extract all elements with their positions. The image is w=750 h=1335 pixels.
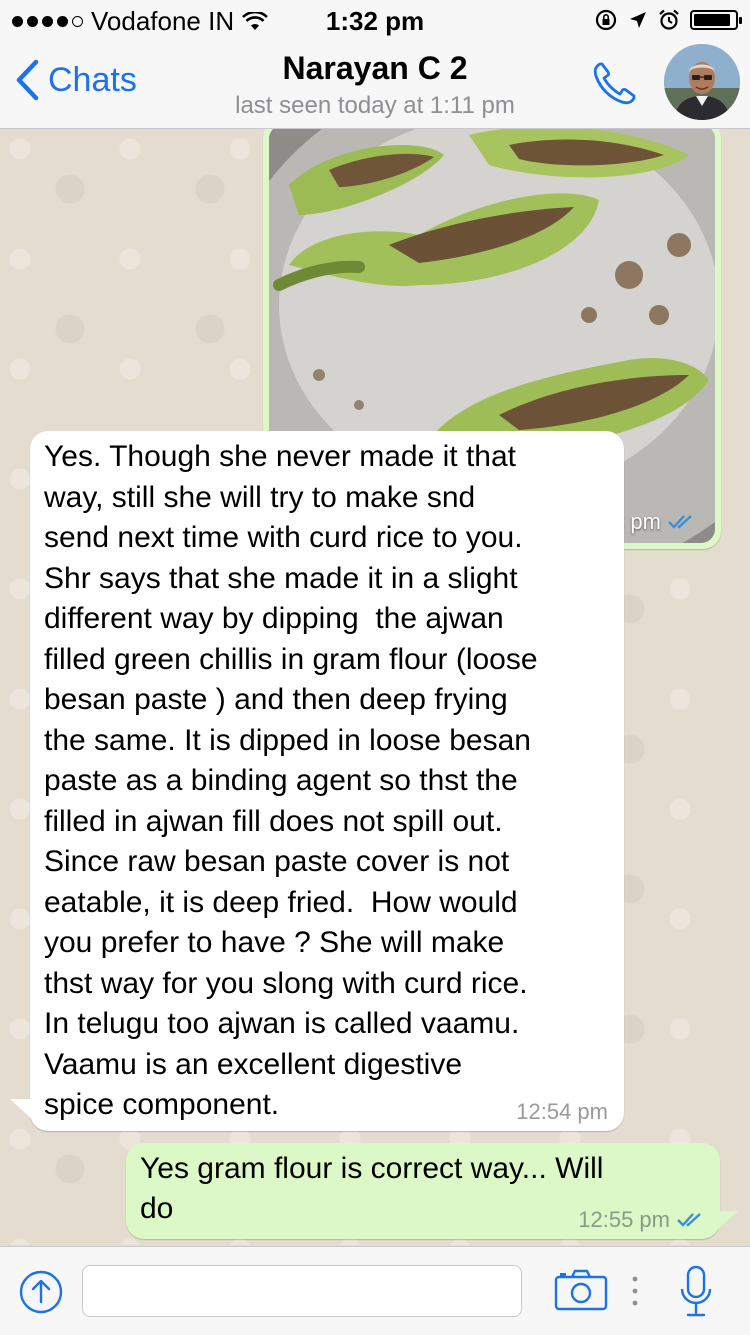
status-icons (594, 8, 742, 32)
message-line: way, still she will try to make snd (44, 480, 476, 514)
camera-icon[interactable] (554, 1269, 608, 1311)
message-line: filled green chillis in gram flour (loos… (44, 642, 538, 676)
composer-bar (0, 1246, 750, 1335)
microphone-icon[interactable] (678, 1265, 714, 1319)
location-arrow-icon (630, 12, 646, 28)
message-line: eatable, it is deep fried. How would (44, 885, 518, 919)
incoming-message[interactable]: Yes. Though she never made it that way, … (30, 431, 624, 1131)
message-line: Shr says that she made it in a slight (44, 561, 518, 595)
double-check-icon (668, 515, 692, 529)
message-line: filled in ajwan fill does not spill out. (44, 804, 503, 838)
message-line: paste as a binding agent so thst the (44, 764, 518, 797)
alarm-icon (659, 9, 679, 30)
chat-thread[interactable]: 12:43 pm Yes. Though she never made it t… (0, 129, 750, 1245)
battery-icon (690, 10, 742, 30)
message-input[interactable] (82, 1265, 522, 1317)
rotation-lock-icon (595, 9, 617, 31)
chat-header: Chats Narayan C 2 last seen today at 1:1… (0, 40, 750, 129)
message-meta: 12:55 pm (578, 1207, 706, 1233)
message-time: 12:55 pm (578, 1207, 670, 1232)
message-line: send next time with curd rice to you. (44, 521, 523, 554)
message-time: 12:54 pm (516, 1099, 608, 1124)
bubble-tail (714, 1211, 738, 1233)
message-line: In telugu too ajwan is called vaamu. (44, 1007, 520, 1040)
message-line: different way by dipping the ajwan (44, 602, 504, 635)
status-bar: Vodafone IN 1:32 pm (0, 0, 750, 40)
message-line: Yes. Though she never made it that (44, 440, 516, 473)
more-dots-icon[interactable] (630, 1271, 640, 1311)
double-check-icon (677, 1213, 701, 1227)
message-text: Yes. Though she never made it that way, … (44, 437, 616, 1126)
bubble-tail (10, 1099, 34, 1121)
message-line: besan paste ) and then deep frying (44, 683, 508, 716)
message-line: the same. It is dipped in loose besan (44, 723, 531, 757)
message-line: Yes gram flour is correct way... Will (140, 1152, 604, 1185)
avatar[interactable] (664, 44, 740, 120)
message-line: Since raw besan paste cover is not (44, 845, 510, 878)
phone-icon[interactable] (588, 58, 640, 110)
upload-icon[interactable] (18, 1269, 64, 1315)
message-line: Vaamu is an excellent digestive (44, 1047, 463, 1081)
avatar-photo (664, 44, 740, 120)
outgoing-message[interactable]: Yes gram flour is correct way... Will do… (126, 1143, 720, 1239)
message-line: you prefer to have ? She will make (44, 926, 505, 959)
message-line: thst way for you slong with curd rice. (44, 966, 528, 1000)
